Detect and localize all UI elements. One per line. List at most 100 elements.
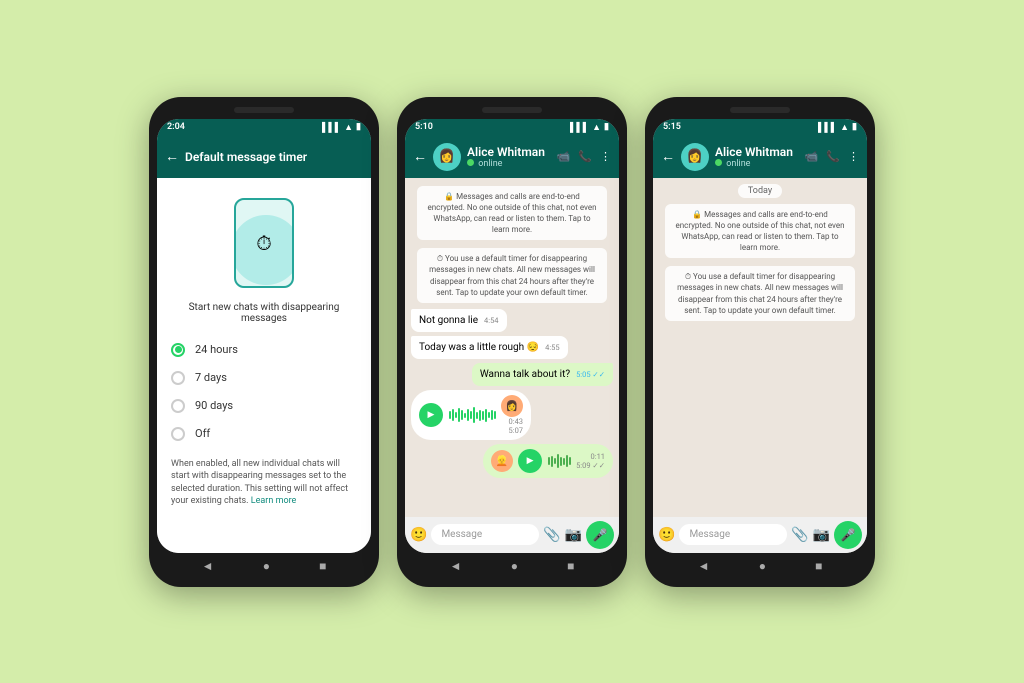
- option-7d[interactable]: 7 days: [171, 364, 357, 392]
- msg-text-1: Not gonna lie: [419, 315, 478, 326]
- waveform-bar: [467, 409, 469, 421]
- back-button[interactable]: ←: [165, 148, 179, 165]
- more-options-icon-3[interactable]: ⋮: [848, 150, 859, 163]
- online-indicator-2: [467, 159, 474, 166]
- message-input-2[interactable]: Message: [431, 524, 539, 545]
- chat-back-btn[interactable]: ←: [413, 148, 427, 165]
- back-nav-btn-2[interactable]: ◄: [450, 559, 462, 573]
- voice-call-icon-3[interactable]: 📞: [826, 150, 840, 163]
- date-badge-3: Today: [738, 184, 782, 198]
- option-off-label: Off: [195, 427, 210, 440]
- msg-wanna-talk: Wanna talk about it? 5:05 ✓✓: [472, 363, 613, 386]
- phone-3-time: 5:15: [663, 122, 681, 132]
- home-nav-btn-2[interactable]: ●: [511, 559, 518, 573]
- radio-24h[interactable]: [171, 343, 185, 357]
- status-icons-3: ▌▌▌ ▲ ▮: [818, 122, 857, 133]
- recents-nav-btn-2[interactable]: ■: [567, 559, 574, 573]
- waveform-bar: [455, 412, 457, 418]
- contact-name-2: Alice Whitman: [467, 145, 551, 159]
- status-icons-2: ▌▌▌ ▲ ▮: [570, 122, 609, 133]
- waveform-bar: [557, 454, 559, 468]
- phone-2: 5:10 ▌▌▌ ▲ ▮ ← 👩 Alice Whitman online: [397, 97, 627, 587]
- attachment-btn-3[interactable]: 📎: [791, 527, 808, 543]
- option-90d[interactable]: 90 days: [171, 392, 357, 420]
- audio-avatar-received: 👩: [501, 395, 523, 417]
- wifi-icon: ▲: [344, 122, 353, 133]
- msg-time-1: 4:54: [484, 316, 498, 326]
- phone-3-nav: ◄ ● ■: [653, 553, 867, 577]
- video-call-icon-3[interactable]: 📹: [805, 150, 819, 163]
- option-off[interactable]: Off: [171, 420, 357, 448]
- chat-messages-3: Today 🔒 Messages and calls are end-to-en…: [653, 178, 867, 517]
- message-input-3[interactable]: Message: [679, 524, 787, 545]
- chat-messages-2: 🔒 Messages and calls are end-to-end encr…: [405, 178, 619, 517]
- contact-avatar-3: 👩: [681, 143, 709, 171]
- camera-btn-2[interactable]: 📷: [565, 527, 582, 543]
- radio-90d[interactable]: [171, 399, 185, 413]
- option-24h[interactable]: 24 hours: [171, 336, 357, 364]
- message-placeholder-2: Message: [441, 529, 482, 540]
- emoji-btn-3[interactable]: 🙂: [658, 527, 675, 543]
- radio-7d[interactable]: [171, 371, 185, 385]
- msg-text-3: Wanna talk about it?: [480, 369, 570, 380]
- msg-time-2: 4:55: [545, 343, 559, 353]
- waveform-bar: [473, 407, 475, 423]
- recents-nav-btn-3[interactable]: ■: [815, 559, 822, 573]
- settings-footer: When enabled, all new individual chats w…: [171, 458, 357, 508]
- waveform-bar: [485, 409, 487, 422]
- recents-nav-btn[interactable]: ■: [319, 559, 326, 573]
- play-btn-sent[interactable]: ▶: [518, 449, 542, 473]
- back-nav-btn-3[interactable]: ◄: [698, 559, 710, 573]
- chat-back-btn-3[interactable]: ←: [661, 148, 675, 165]
- emoji-btn-2[interactable]: 🙂: [410, 527, 427, 543]
- battery-icon-2: ▮: [604, 122, 609, 132]
- contact-status-2: online: [467, 159, 551, 169]
- chat-input-bar-2: 🙂 Message 📎 📷 🎤: [405, 517, 619, 553]
- waveform-bar: [548, 457, 550, 465]
- system-msg-timer-3: ⏱ You use a default timer for disappeari…: [665, 266, 855, 321]
- phone-icon: ⏱: [234, 198, 294, 288]
- waveform-bar: [560, 457, 562, 466]
- waveform-bar: [569, 457, 571, 465]
- audio-msg-sent: 👱 ▶ 0:11: [483, 444, 613, 478]
- radio-off[interactable]: [171, 427, 185, 441]
- home-nav-btn[interactable]: ●: [263, 559, 270, 573]
- waveform-bar: [476, 412, 478, 419]
- video-call-icon[interactable]: 📹: [557, 150, 571, 163]
- wifi-icon-2: ▲: [592, 122, 601, 133]
- waveform-bar: [488, 412, 490, 418]
- status-icons: ▌▌▌ ▲ ▮: [322, 122, 361, 133]
- timer-icon: ⏱: [256, 231, 272, 255]
- more-options-icon[interactable]: ⋮: [600, 150, 611, 163]
- play-btn-received[interactable]: ▶: [419, 403, 443, 427]
- waveform-received: [448, 406, 496, 424]
- phone-2-header: ← 👩 Alice Whitman online 📹 📞 ⋮: [405, 136, 619, 178]
- learn-more-link[interactable]: Learn more: [251, 496, 297, 506]
- audio-time-sent: 5:09 ✓✓: [576, 461, 605, 470]
- msg-text-2: Today was a little rough 😔: [419, 342, 539, 353]
- camera-btn-3[interactable]: 📷: [813, 527, 830, 543]
- contact-info-2: Alice Whitman online: [467, 145, 551, 169]
- wifi-icon-3: ▲: [840, 122, 849, 133]
- audio-meta-received: 👩 0:43 5:07: [501, 395, 523, 435]
- audio-meta-sent: 0:11 5:09 ✓✓: [576, 452, 605, 470]
- option-24h-label: 24 hours: [195, 343, 238, 356]
- contact-status-3: online: [715, 159, 799, 169]
- attachment-btn-2[interactable]: 📎: [543, 527, 560, 543]
- voice-call-icon[interactable]: 📞: [578, 150, 592, 163]
- audio-duration-sent: 0:11: [591, 452, 605, 461]
- chat-input-bar-3: 🙂 Message 📎 📷 🎤: [653, 517, 867, 553]
- mic-btn-3[interactable]: 🎤: [834, 521, 862, 549]
- system-msg-timer-2: ⏱ You use a default timer for disappeari…: [417, 248, 607, 303]
- waveform-bar: [470, 411, 472, 419]
- waveform-bar: [551, 456, 553, 467]
- back-nav-btn[interactable]: ◄: [202, 559, 214, 573]
- msg-not-gonna-lie: Not gonna lie 4:54: [411, 309, 507, 332]
- chat-screen-3: Today 🔒 Messages and calls are end-to-en…: [653, 178, 867, 553]
- system-msg-encrypted-3: 🔒 Messages and calls are end-to-end encr…: [665, 204, 855, 259]
- audio-duration-received: 0:43: [509, 417, 523, 426]
- mic-btn-2[interactable]: 🎤: [586, 521, 614, 549]
- home-nav-btn-3[interactable]: ●: [759, 559, 766, 573]
- contact-info-3: Alice Whitman online: [715, 145, 799, 169]
- phone-1-nav: ◄ ● ■: [157, 553, 371, 577]
